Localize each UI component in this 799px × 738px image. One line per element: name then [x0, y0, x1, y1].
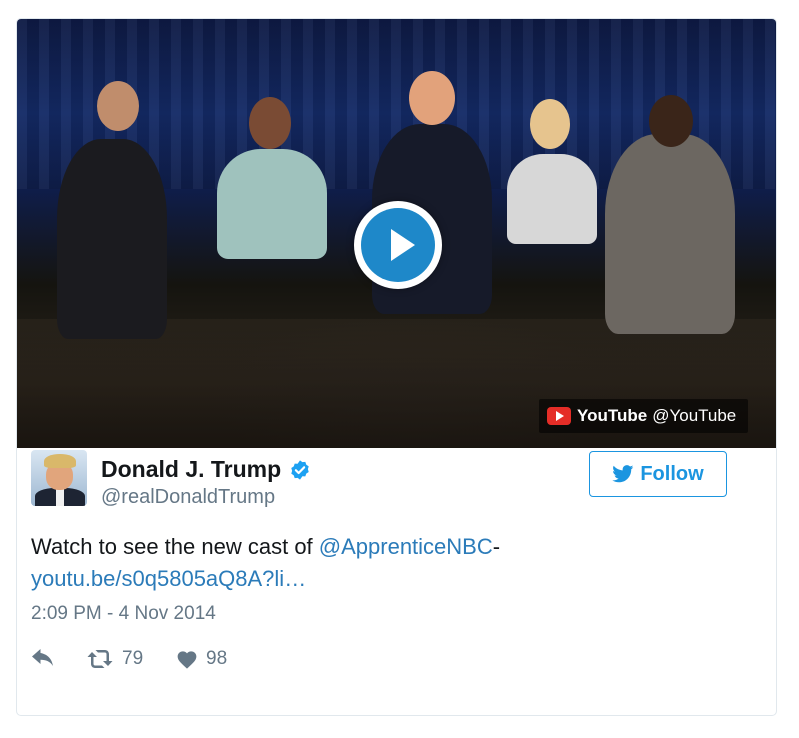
- author-handle[interactable]: @realDonaldTrump: [101, 486, 275, 509]
- follow-label: Follow: [640, 462, 704, 485]
- person-head: [409, 71, 455, 125]
- youtube-attribution[interactable]: YouTube @YouTube: [539, 399, 749, 433]
- tweet-text-prefix: Watch to see the new cast of: [31, 534, 319, 559]
- retweet-icon: [87, 650, 113, 668]
- person-silhouette: [57, 139, 167, 339]
- author-name-link[interactable]: Donald J. Trump: [101, 456, 311, 483]
- play-button[interactable]: [354, 201, 442, 289]
- play-icon: [361, 208, 435, 282]
- person-head: [649, 95, 693, 147]
- tweet-actions: 79 98: [31, 647, 227, 671]
- person-silhouette: [605, 134, 735, 334]
- like-button[interactable]: 98: [176, 648, 227, 670]
- tweet-text: Watch to see the new cast of @Apprentice…: [31, 531, 731, 595]
- avatar[interactable]: [31, 450, 87, 506]
- youtube-logo-icon: [547, 407, 571, 425]
- retweet-count: 79: [122, 648, 144, 669]
- youtube-handle: @YouTube: [652, 406, 737, 425]
- person-silhouette: [217, 149, 327, 259]
- person-head: [530, 99, 570, 149]
- follow-button[interactable]: Follow: [589, 451, 727, 497]
- tweet-text-separator: -: [492, 534, 501, 559]
- video-thumbnail[interactable]: YouTube @YouTube: [17, 19, 776, 448]
- video-url-link[interactable]: youtu.be/s0q5805aQ8A?li…: [31, 566, 306, 591]
- author-name: Donald J. Trump: [101, 456, 282, 482]
- person-head: [97, 81, 139, 131]
- person-silhouette: [507, 154, 597, 244]
- reply-icon: [32, 649, 53, 666]
- tweet-timestamp[interactable]: 2:09 PM - 4 Nov 2014: [31, 603, 216, 625]
- reply-button[interactable]: [31, 649, 86, 669]
- verified-badge-icon: [291, 459, 309, 480]
- youtube-label: YouTube: [577, 406, 648, 425]
- mention-link[interactable]: @ApprenticeNBC: [319, 534, 493, 559]
- like-count: 98: [206, 648, 228, 669]
- twitter-bird-icon: [612, 465, 634, 483]
- heart-icon: [177, 651, 197, 669]
- person-head: [249, 97, 291, 149]
- retweet-button[interactable]: 79: [86, 648, 176, 670]
